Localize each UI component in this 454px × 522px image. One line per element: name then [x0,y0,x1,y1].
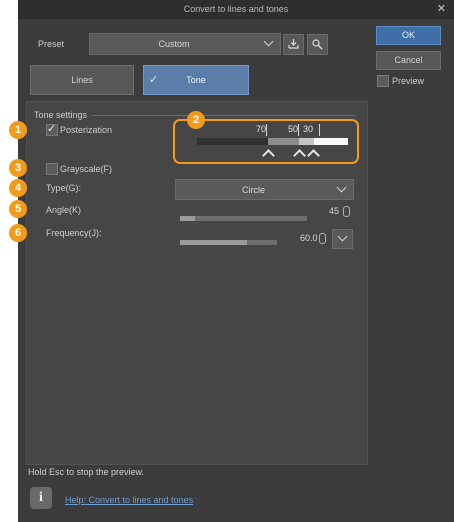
preset-value: Custom [158,39,190,49]
frequency-value[interactable]: 60.0 [300,233,318,243]
save-preset-button[interactable] [283,34,304,55]
level-band-4 [314,138,348,145]
info-icon: i [30,487,52,509]
preset-label: Preset [38,39,65,49]
title-bar: Convert to lines and tones ✕ [18,0,454,19]
close-icon[interactable]: ✕ [437,2,446,15]
callout-badge-3: 3 [9,159,27,177]
preset-dropdown[interactable]: Custom [89,33,281,55]
level-band-1 [197,138,268,145]
type-dropdown[interactable]: Circle [175,179,354,200]
frequency-expand-button[interactable] [332,229,353,249]
angle-slider-fill [180,216,195,221]
level-value-3[interactable]: 30 [300,124,320,136]
help-link[interactable]: Help: Convert to lines and tones [65,495,193,505]
preview-label: Preview [392,76,425,86]
frequency-spin-icon[interactable] [319,233,326,244]
callout-badge-2: 2 [187,111,205,129]
chevron-down-icon [263,36,274,47]
callout-badge-4: 4 [9,179,27,197]
ok-button[interactable]: OK [376,26,441,45]
tab-lines[interactable]: Lines [30,65,134,95]
frequency-label: Frequency(J): [46,228,102,238]
save-preset-icon [288,39,299,49]
preview-checkbox[interactable] [377,75,389,87]
dialog-window: Convert to lines and tones ✕ Preset Cust… [18,0,454,522]
preset-settings-button[interactable] [307,34,328,55]
posterization-checkbox[interactable] [46,122,58,136]
posterization-label: Posterization [60,125,113,135]
level-value-1[interactable]: 70 [248,124,267,136]
type-value: Circle [241,185,265,195]
status-hint: Hold Esc to stop the preview. [28,467,145,477]
chevron-down-icon [337,231,348,242]
wrench-icon [312,39,323,50]
angle-slider[interactable] [180,216,307,221]
angle-label: Angle(K) [46,205,82,215]
angle-value[interactable]: 45 [329,206,339,216]
cancel-button[interactable]: Cancel [376,51,441,70]
level-band-2 [268,138,299,145]
type-label: Type(G): [46,183,82,193]
dialog-title: Convert to lines and tones [183,4,289,14]
group-divider [92,115,356,116]
grayscale-checkbox[interactable] [46,163,58,175]
frequency-slider-fill [180,240,247,245]
tab-tone[interactable]: ✓ Tone [143,65,249,95]
tone-settings-heading: Tone settings [34,110,88,120]
angle-spin-icon[interactable] [343,206,350,217]
tab-tone-label: Tone [186,75,206,85]
callout-badge-5: 5 [9,200,27,218]
grayscale-label: Grayscale(F) [60,164,113,174]
level-band-3 [299,138,314,145]
callout-badge-1: 1 [9,121,27,139]
callout-badge-6: 6 [9,224,27,242]
chevron-down-icon [336,182,347,193]
level-value-2[interactable]: 50 [280,124,299,136]
